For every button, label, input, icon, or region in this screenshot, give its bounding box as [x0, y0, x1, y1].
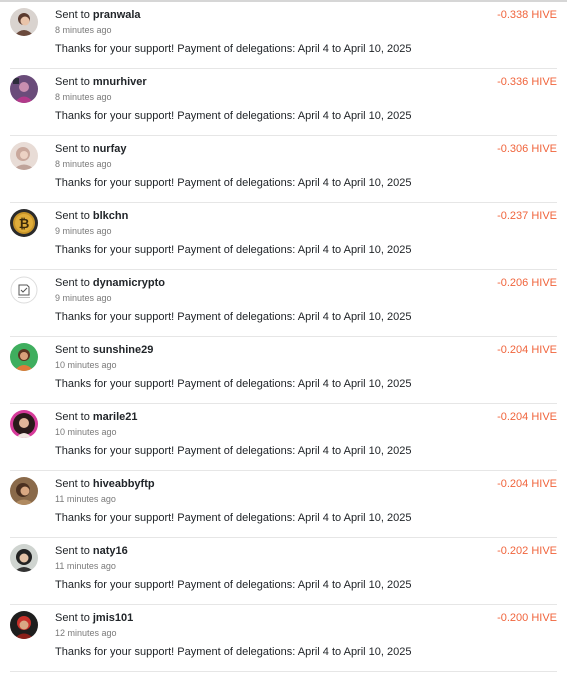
transaction-title: Sent to blkchn: [55, 210, 128, 222]
transaction-memo: Thanks for your support! Payment of dele…: [55, 445, 412, 457]
transaction-amount: -0.204 HIVE: [497, 411, 557, 423]
bitcoin-avatar-icon[interactable]: ₿: [10, 209, 38, 237]
transaction-row: Sent to sunshine29 10 minutes ago Thanks …: [10, 337, 557, 404]
transaction-row: Sent to dynamicrypto 9 minutes ago Thanks…: [10, 270, 557, 337]
transaction-memo: Thanks for your support! Payment of dele…: [55, 177, 412, 189]
recipient-link[interactable]: hiveabbyftp: [93, 478, 155, 490]
transaction-time: 10 minutes ago: [55, 360, 117, 370]
sent-prefix: Sent to: [55, 545, 90, 557]
person-avatar-icon[interactable]: [10, 410, 38, 438]
transaction-title: Sent to naty16: [55, 545, 128, 557]
transaction-time: 9 minutes ago: [55, 293, 112, 303]
transaction-memo: Thanks for your support! Payment of dele…: [55, 43, 412, 55]
person-avatar-icon[interactable]: [10, 8, 38, 36]
sent-prefix: Sent to: [55, 478, 90, 490]
transaction-row: Sent to pranwala 8 minutes ago Thanks for…: [10, 2, 557, 69]
transaction-amount: -0.338 HIVE: [497, 9, 557, 21]
transaction-amount: -0.206 HIVE: [497, 277, 557, 289]
transaction-title: Sent to pranwala: [55, 9, 141, 21]
sent-prefix: Sent to: [55, 76, 90, 88]
svg-text:₿: ₿: [19, 217, 30, 232]
recipient-link[interactable]: nurfay: [93, 143, 127, 155]
transaction-amount: -0.200 HIVE: [497, 612, 557, 624]
recipient-link[interactable]: jmis101: [93, 612, 133, 624]
transaction-amount: -0.237 HIVE: [497, 210, 557, 222]
transaction-memo: Thanks for your support! Payment of dele…: [55, 110, 412, 122]
transaction-row: Sent to hiveabbyftp 11 minutes ago Thanks…: [10, 471, 557, 538]
transaction-title: Sent to nurfay: [55, 143, 126, 155]
transaction-time: 10 minutes ago: [55, 427, 117, 437]
transaction-row: Sent to naty16 11 minutes ago Thanks for …: [10, 538, 557, 605]
person-avatar-icon[interactable]: [10, 477, 38, 505]
sent-prefix: Sent to: [55, 411, 90, 423]
transaction-memo: Thanks for your support! Payment of dele…: [55, 579, 412, 591]
transaction-title: Sent to dynamicrypto: [55, 277, 165, 289]
transaction-amount: -0.204 HIVE: [497, 344, 557, 356]
sent-prefix: Sent to: [55, 210, 90, 222]
transaction-title: Sent to mnurhiver: [55, 76, 147, 88]
transaction-list: Sent to pranwala 8 minutes ago Thanks for…: [0, 2, 567, 672]
person-avatar-icon[interactable]: [10, 544, 38, 572]
recipient-link[interactable]: marile21: [93, 411, 138, 423]
recipient-link[interactable]: mnurhiver: [93, 76, 147, 88]
transaction-time: 11 minutes ago: [55, 561, 116, 571]
recipient-link[interactable]: pranwala: [93, 9, 141, 21]
transaction-time: 8 minutes ago: [55, 159, 112, 169]
transaction-amount: -0.306 HIVE: [497, 143, 557, 155]
transaction-title: Sent to sunshine29: [55, 344, 153, 356]
transaction-memo: Thanks for your support! Payment of dele…: [55, 512, 412, 524]
person-avatar-icon[interactable]: [10, 75, 38, 103]
transaction-row: Sent to mnurhiver 8 minutes ago Thanks fo…: [10, 69, 557, 136]
transaction-time: 11 minutes ago: [55, 494, 116, 504]
recipient-link[interactable]: naty16: [93, 545, 128, 557]
transaction-title: Sent to hiveabbyftp: [55, 478, 155, 490]
sent-prefix: Sent to: [55, 344, 90, 356]
person-avatar-icon[interactable]: [10, 142, 38, 170]
transaction-row: Sent to nurfay 8 minutes ago Thanks for y…: [10, 136, 557, 203]
person-avatar-icon[interactable]: [10, 343, 38, 371]
transaction-time: 9 minutes ago: [55, 226, 112, 236]
transaction-title: Sent to jmis101: [55, 612, 133, 624]
sent-prefix: Sent to: [55, 9, 90, 21]
sent-prefix: Sent to: [55, 143, 90, 155]
transaction-title: Sent to marile21: [55, 411, 138, 423]
transaction-row: Sent to jmis101 12 minutes ago Thanks for…: [10, 605, 557, 672]
transaction-row: Sent to marile21 10 minutes ago Thanks fo…: [10, 404, 557, 471]
transaction-memo: Thanks for your support! Payment of dele…: [55, 244, 412, 256]
recipient-link[interactable]: blkchn: [93, 210, 128, 222]
transaction-time: 12 minutes ago: [55, 628, 117, 638]
transaction-amount: -0.204 HIVE: [497, 478, 557, 490]
transaction-amount: -0.336 HIVE: [497, 76, 557, 88]
recipient-link[interactable]: sunshine29: [93, 344, 154, 356]
person-avatar-icon[interactable]: [10, 611, 38, 639]
transaction-memo: Thanks for your support! Payment of dele…: [55, 311, 412, 323]
sent-prefix: Sent to: [55, 612, 90, 624]
transaction-row: ₿ Sent to blkchn 9 minutes ago Thanks for…: [10, 203, 557, 270]
transaction-amount: -0.202 HIVE: [497, 545, 557, 557]
sent-prefix: Sent to: [55, 277, 90, 289]
transaction-time: 8 minutes ago: [55, 25, 112, 35]
transaction-memo: Thanks for your support! Payment of dele…: [55, 646, 412, 658]
logo-avatar-icon[interactable]: [10, 276, 38, 304]
transaction-time: 8 minutes ago: [55, 92, 112, 102]
recipient-link[interactable]: dynamicrypto: [93, 277, 165, 289]
transaction-memo: Thanks for your support! Payment of dele…: [55, 378, 412, 390]
